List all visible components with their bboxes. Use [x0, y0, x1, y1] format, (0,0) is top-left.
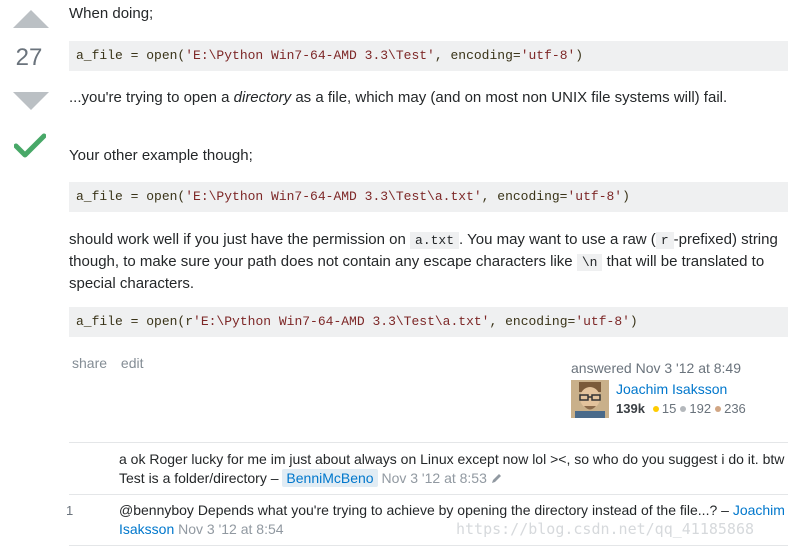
code-block-3: a_file = open(r'E:\Python Win7-64-AMD 3.…	[69, 307, 788, 337]
comment-user-link[interactable]: BenniMcBeno	[282, 469, 378, 487]
code-block-2: a_file = open('E:\Python Win7-64-AMD 3.3…	[69, 182, 788, 212]
answered-time: answered Nov 3 '12 at 8:49	[571, 360, 742, 376]
reputation-score: 139k	[616, 401, 645, 416]
edit-link[interactable]: edit	[121, 355, 144, 371]
comment-date[interactable]: Nov 3 '12 at 8:54	[178, 521, 283, 537]
user-avatar[interactable]	[571, 380, 609, 418]
watermark: https://blog.csdn.net/qq_41185868	[456, 520, 755, 538]
comment-divider	[69, 545, 788, 546]
comments-divider	[69, 442, 788, 443]
post-menu: share edit	[72, 355, 154, 371]
answer-paragraph-3: Your other example though;	[69, 147, 253, 164]
answer-paragraph-2: ...you're trying to open a directory as …	[69, 89, 728, 106]
gold-badge-icon	[652, 406, 659, 412]
code-block-1: a_file = open('E:\Python Win7-64-AMD 3.3…	[69, 41, 788, 71]
vote-count: 27	[15, 44, 43, 71]
comment-divider	[69, 494, 788, 495]
upvote-button[interactable]	[13, 10, 49, 28]
accepted-check-icon	[14, 133, 46, 158]
downvote-button[interactable]	[13, 92, 49, 110]
answer-paragraph-4: should work well if you just have the pe…	[69, 231, 778, 292]
answer-paragraph-1: When doing;	[69, 5, 154, 22]
comment-text: @bennyboy Depends what you're trying to …	[119, 502, 733, 518]
comment-date[interactable]: Nov 3 '12 at 8:53	[381, 470, 486, 486]
gold-badge-count: 15	[661, 401, 677, 416]
share-link[interactable]: share	[72, 355, 107, 371]
bronze-badge-icon	[715, 406, 722, 412]
comment-score: 1	[66, 503, 74, 518]
answer-user-link[interactable]: Joachim Isaksson	[616, 381, 727, 397]
user-reputation: 139k 15 192 236	[616, 401, 746, 416]
bronze-badge-count: 236	[724, 401, 746, 416]
pencil-icon	[491, 474, 501, 483]
comment-1: a ok Roger lucky for me im just about al…	[119, 450, 787, 488]
silver-badge-count: 192	[689, 401, 712, 416]
silver-badge-icon	[680, 406, 687, 412]
